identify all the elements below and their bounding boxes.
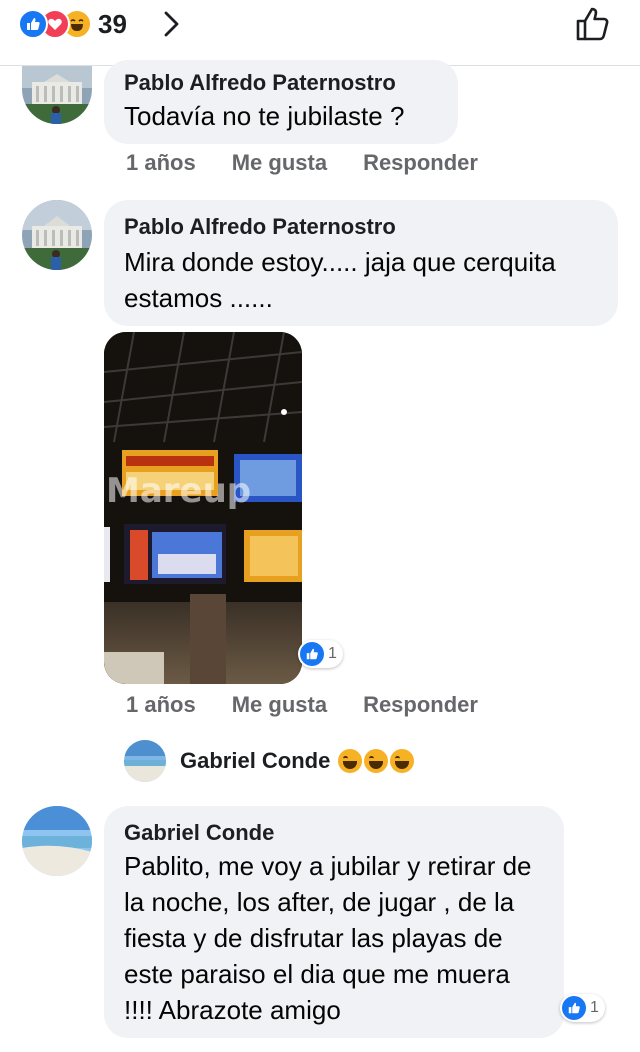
haha-icon <box>390 749 415 773</box>
like-icon <box>18 9 48 39</box>
haha-icon <box>364 749 389 773</box>
like-action[interactable]: Me gusta <box>232 692 327 718</box>
reply-action[interactable]: Responder <box>363 150 478 176</box>
comment-actions: 1 años Me gusta Responder <box>126 150 514 176</box>
comment-time: 1 años <box>126 692 196 717</box>
emoji-group <box>336 749 415 773</box>
comment-author[interactable]: Pablo Alfredo Paternostro <box>124 70 396 96</box>
comment-bubble[interactable]: Pablo Alfredo Paternostro Todavía no te … <box>104 60 458 144</box>
reaction-count: 1 <box>328 645 337 662</box>
like-icon <box>562 996 586 1020</box>
avatar <box>124 740 166 782</box>
comment-author[interactable]: Pablo Alfredo Paternostro <box>124 214 396 240</box>
reactions-header: 39 <box>0 0 640 66</box>
reply-action[interactable]: Responder <box>363 692 478 718</box>
haha-icon <box>338 749 363 773</box>
chevron-right-icon[interactable] <box>162 10 182 38</box>
reaction-count: 39 <box>98 8 127 39</box>
avatar[interactable] <box>22 66 92 124</box>
comment-bubble[interactable]: Pablo Alfredo Paternostro Mira donde est… <box>104 200 618 326</box>
comment-text: Mira donde estoy..... jaja que cerquita … <box>124 247 556 313</box>
photo-watermark: Mareup <box>106 471 251 511</box>
like-icon <box>300 642 324 666</box>
comment-reaction-badge[interactable]: 1 <box>560 994 605 1022</box>
reaction-summary[interactable]: 39 <box>18 8 127 40</box>
like-button-icon[interactable] <box>574 4 614 44</box>
avatar[interactable] <box>22 806 92 876</box>
comment-time: 1 años <box>126 150 196 175</box>
reply-preview[interactable]: Gabriel Conde <box>124 740 415 782</box>
comment-reaction-badge[interactable]: 1 <box>298 640 343 668</box>
comment-actions: 1 años Me gusta Responder <box>126 692 514 718</box>
comment-photo[interactable]: Mareup <box>104 332 302 684</box>
comment-author[interactable]: Gabriel Conde <box>124 820 274 846</box>
reaction-count: 1 <box>590 999 599 1016</box>
like-action[interactable]: Me gusta <box>232 150 327 176</box>
comment-text: Pablito, me voy a jubilar y retirar de l… <box>124 851 532 1025</box>
comment-bubble[interactable]: Gabriel Conde Pablito, me voy a jubilar … <box>104 806 564 1038</box>
avatar[interactable] <box>22 200 92 270</box>
reply-author[interactable]: Gabriel Conde <box>180 748 330 774</box>
comment-text: Todavía no te jubilaste ? <box>124 101 405 131</box>
